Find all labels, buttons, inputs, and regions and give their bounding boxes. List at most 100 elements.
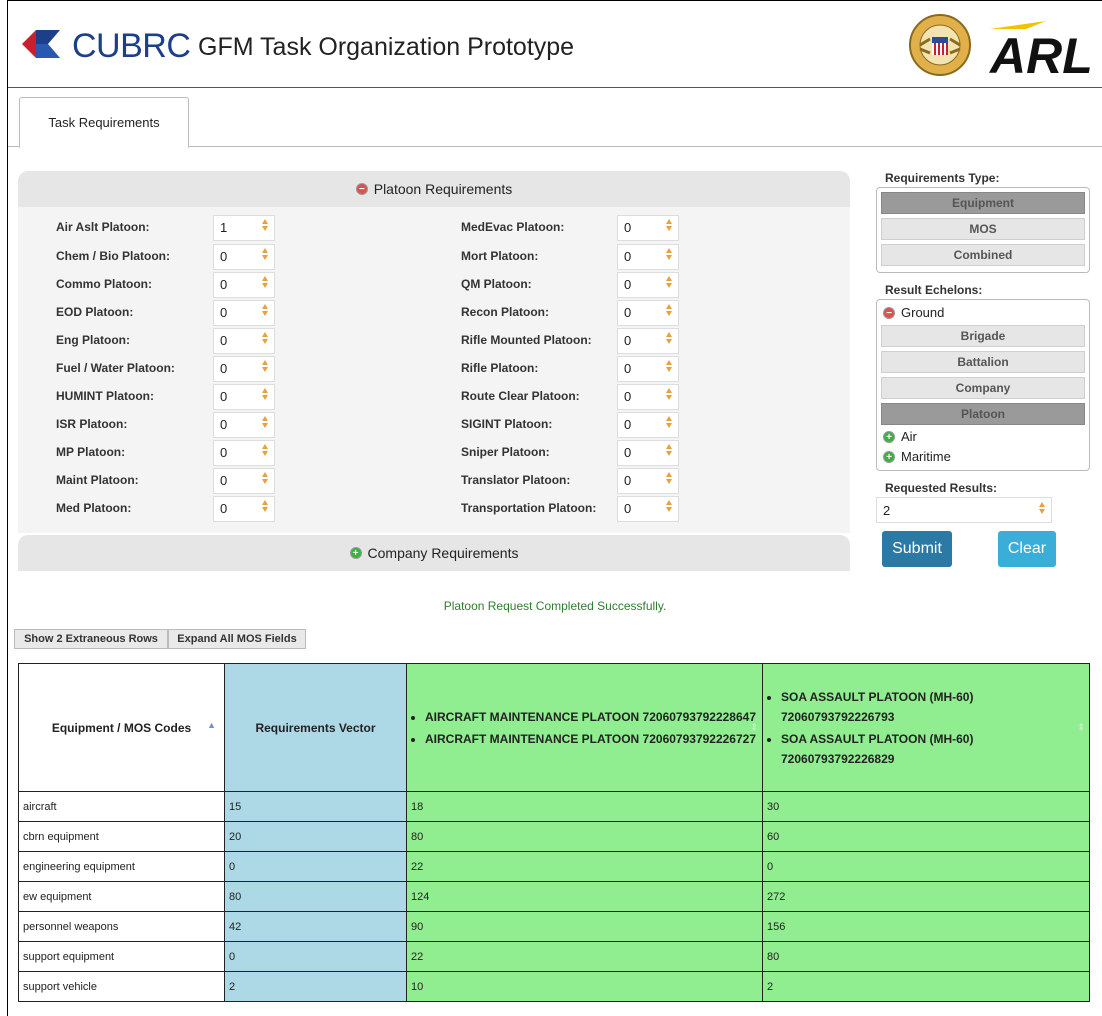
rifle-mounted-platoon-input[interactable]: 0 — [617, 328, 679, 354]
field-value: 0 — [624, 277, 632, 292]
table-row: cbrn equipment 20 80 60 — [18, 821, 1090, 852]
app-header: CUBRC GFM Task Organization Prototype AR… — [8, 1, 1102, 87]
ground-toggle[interactable]: − Ground — [883, 305, 944, 320]
isr-platoon-input[interactable]: 0 — [213, 412, 275, 438]
spinner-arrows-icon[interactable] — [664, 302, 674, 324]
spinner-arrows-icon[interactable] — [664, 358, 674, 380]
tab-task-requirements[interactable]: Task Requirements — [19, 97, 189, 148]
cell-vector: 42 — [224, 911, 407, 942]
field-value: 0 — [624, 417, 632, 432]
cell-code: support vehicle — [18, 971, 225, 1002]
eod-platoon-input[interactable]: 0 — [213, 300, 275, 326]
spinner-arrows-icon[interactable] — [664, 386, 674, 408]
spinner-arrows-icon[interactable] — [664, 330, 674, 352]
route-clear-platoon-input[interactable]: 0 — [617, 384, 679, 410]
spinner-arrows-icon[interactable] — [664, 274, 674, 296]
spinner-arrows-icon[interactable] — [664, 498, 674, 520]
field-label: Mort Platoon: — [461, 249, 539, 263]
spinner-arrows-icon[interactable] — [260, 274, 270, 296]
field-label: Commo Platoon: — [56, 277, 152, 291]
spinner-arrows-icon[interactable] — [664, 217, 674, 239]
column-header-codes[interactable]: Equipment / MOS Codes ▲ — [18, 663, 225, 792]
spinner-arrows-icon[interactable] — [260, 217, 270, 239]
company-requirements-title: Company Requirements — [367, 545, 519, 561]
cell-code: aircraft — [18, 791, 225, 822]
maritime-toggle[interactable]: + Maritime — [883, 449, 951, 464]
commo-platoon-input[interactable]: 0 — [213, 272, 275, 298]
requested-results-input[interactable]: 2 — [876, 497, 1052, 523]
field-label: Translator Platoon: — [461, 473, 571, 487]
echelon-platoon[interactable]: Platoon — [881, 403, 1085, 425]
column-header-result-2[interactable]: SOA ASSAULT PLATOON (MH-60) 720607937922… — [762, 663, 1090, 792]
table-row: personnel weapons 42 90 156 — [18, 911, 1090, 942]
med-platoon-input[interactable]: 0 — [213, 496, 275, 522]
spinner-arrows-icon[interactable] — [664, 470, 674, 492]
cell-result-1: 90 — [406, 911, 763, 942]
submit-button[interactable]: Submit — [882, 531, 952, 567]
air-aslt-platoon-input[interactable]: 1 — [213, 215, 275, 241]
echelon-brigade[interactable]: Brigade — [881, 325, 1085, 347]
cell-vector: 0 — [224, 941, 407, 972]
cell-code: engineering equipment — [18, 851, 225, 882]
sigint-platoon-input[interactable]: 0 — [617, 412, 679, 438]
brand-name: CUBRC — [72, 27, 191, 65]
fuel-water-platoon-input[interactable]: 0 — [213, 356, 275, 382]
requirements-type-equipment[interactable]: Equipment — [881, 192, 1085, 214]
cell-vector: 20 — [224, 821, 407, 852]
spinner-arrows-icon[interactable] — [664, 442, 674, 464]
chem-bio-platoon-input[interactable]: 0 — [213, 244, 275, 270]
sniper-platoon-input[interactable]: 0 — [617, 440, 679, 466]
rifle-platoon-input[interactable]: 0 — [617, 356, 679, 382]
requirements-type-mos[interactable]: MOS — [881, 218, 1085, 240]
echelon-company[interactable]: Company — [881, 377, 1085, 399]
spinner-arrows-icon[interactable] — [260, 498, 270, 520]
company-requirements-header[interactable]: + Company Requirements — [18, 535, 850, 571]
requirements-type-combined[interactable]: Combined — [881, 244, 1085, 266]
recon-platoon-input[interactable]: 0 — [617, 300, 679, 326]
cell-result-2: 30 — [762, 791, 1090, 822]
field-label: Med Platoon: — [56, 501, 132, 515]
spinner-arrows-icon[interactable] — [260, 386, 270, 408]
qm-platoon-input[interactable]: 0 — [617, 272, 679, 298]
medevac-platoon-input[interactable]: 0 — [617, 215, 679, 241]
result-echelons-label: Result Echelons: — [885, 283, 983, 297]
spinner-arrows-icon[interactable] — [1037, 500, 1047, 516]
app-frame: CUBRC GFM Task Organization Prototype AR… — [7, 0, 1102, 1016]
maritime-label: Maritime — [901, 449, 951, 464]
spinner-arrows-icon[interactable] — [260, 246, 270, 268]
column-header-vector[interactable]: Requirements Vector — [224, 663, 407, 792]
spinner-arrows-icon[interactable] — [664, 414, 674, 436]
cell-code: support equipment — [18, 941, 225, 972]
mort-platoon-input[interactable]: 0 — [617, 244, 679, 270]
eng-platoon-input[interactable]: 0 — [213, 328, 275, 354]
mp-platoon-input[interactable]: 0 — [213, 440, 275, 466]
column-header-result-1[interactable]: AIRCRAFT MAINTENANCE PLATOON 72060793792… — [406, 663, 763, 792]
spinner-arrows-icon[interactable] — [260, 414, 270, 436]
cell-result-1: 10 — [406, 971, 763, 1002]
maint-platoon-input[interactable]: 0 — [213, 468, 275, 494]
expand-mos-fields-button[interactable]: Expand All MOS Fields — [168, 629, 306, 649]
expand-icon: + — [883, 430, 895, 443]
platoon-requirements-header[interactable]: − Platoon Requirements — [18, 171, 850, 207]
translator-platoon-input[interactable]: 0 — [617, 468, 679, 494]
show-extraneous-rows-button[interactable]: Show 2 Extraneous Rows — [14, 629, 168, 649]
spinner-arrows-icon[interactable] — [260, 442, 270, 464]
clear-button[interactable]: Clear — [998, 531, 1056, 567]
echelon-battalion[interactable]: Battalion — [881, 351, 1085, 373]
humint-platoon-input[interactable]: 0 — [213, 384, 275, 410]
field-value: 0 — [624, 361, 632, 376]
field-value: 0 — [624, 305, 632, 320]
spinner-arrows-icon[interactable] — [664, 246, 674, 268]
air-toggle[interactable]: + Air — [883, 429, 917, 444]
spinner-arrows-icon[interactable] — [260, 470, 270, 492]
result-unit: AIRCRAFT MAINTENANCE PLATOON 72060793792… — [425, 729, 758, 749]
table-row: engineering equipment 0 22 0 — [18, 851, 1090, 882]
transportation-platoon-input[interactable]: 0 — [617, 496, 679, 522]
spinner-arrows-icon[interactable] — [260, 358, 270, 380]
result-1-unit-list: AIRCRAFT MAINTENANCE PLATOON 72060793792… — [411, 707, 758, 749]
requested-results-label: Requested Results: — [885, 481, 998, 495]
spinner-arrows-icon[interactable] — [260, 302, 270, 324]
field-label: Air Aslt Platoon: — [56, 220, 150, 234]
field-value: 0 — [624, 501, 632, 516]
spinner-arrows-icon[interactable] — [260, 330, 270, 352]
